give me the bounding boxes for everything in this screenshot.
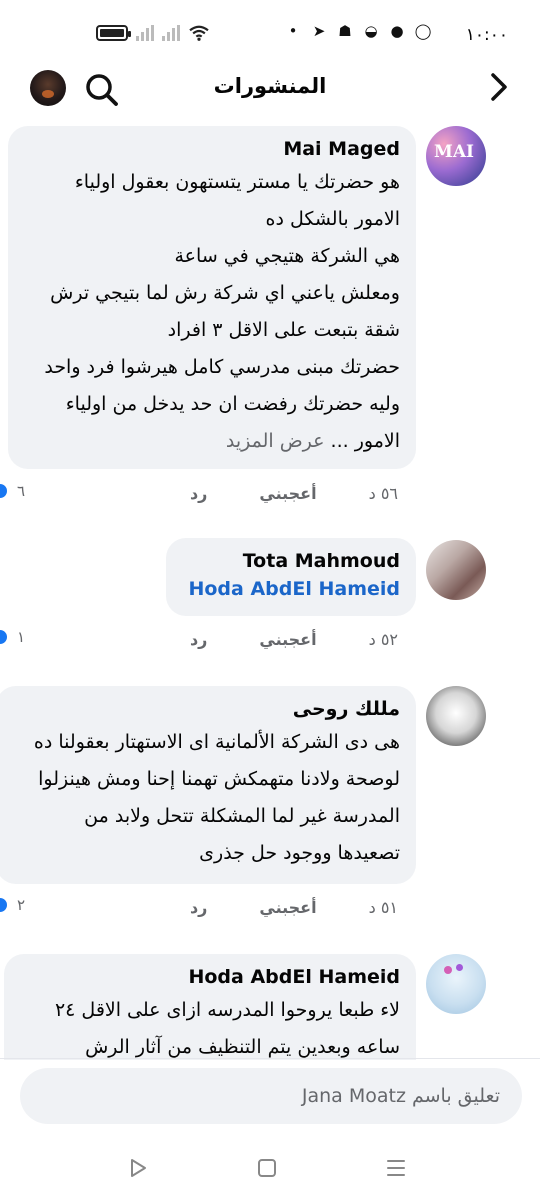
top-bar: المنشورات — [0, 60, 540, 118]
like-button[interactable]: أعجبني — [259, 898, 316, 917]
mention-link[interactable]: Hoda AbdEl Hameid — [182, 574, 400, 604]
like-button[interactable]: أعجبني — [259, 630, 316, 649]
nav-home-button[interactable] — [253, 1154, 281, 1182]
back-triangle-icon — [131, 1159, 146, 1177]
whatsapp-icon: ◯ — [414, 22, 432, 40]
reaction-count[interactable]: ١ — [0, 628, 25, 646]
reaction-count[interactable]: ٦ — [0, 482, 25, 500]
menu-lines-icon — [387, 1160, 405, 1176]
reaction-count[interactable]: ٢ — [0, 896, 25, 914]
comment-time: ٥١ د — [368, 898, 398, 917]
comment-author[interactable]: Mai Maged — [24, 136, 400, 162]
comment-author[interactable]: Tota Mahmoud — [182, 548, 400, 574]
comment-bubble[interactable]: Mai Maged هو حضرتك يا مستر يتستهون بعقول… — [8, 126, 416, 469]
comment-time: ٥٦ د — [368, 484, 398, 503]
comment-time: ٥٢ د — [368, 630, 398, 649]
profile-avatar[interactable] — [30, 70, 66, 106]
telegram-icon: ➤ — [312, 22, 326, 40]
avatar-logo: MAI — [434, 142, 474, 162]
notification-icons: • ➤ ☗ ◒ ● ◯ — [284, 22, 432, 40]
page-title: المنشورات — [213, 74, 327, 98]
comment-author[interactable]: مللك روحى — [12, 696, 400, 722]
comment-bubble[interactable]: Tota Mahmoud Hoda AbdEl Hameid — [166, 538, 416, 616]
dot-icon: • — [288, 22, 298, 40]
composer-divider — [0, 1058, 540, 1059]
like-reaction-icon — [0, 482, 9, 500]
signal-icon — [162, 25, 180, 41]
home-square-icon — [258, 1159, 276, 1177]
system-navbar — [0, 1140, 540, 1200]
signal-icon — [136, 25, 154, 41]
reply-button[interactable]: رد — [190, 484, 207, 503]
avatar[interactable] — [426, 540, 486, 600]
reply-button[interactable]: رد — [190, 630, 207, 649]
wifi-icon — [189, 25, 209, 41]
comment-text: هى دى الشركة الألمانية اى الاستهتار بعقو… — [33, 731, 400, 864]
comment-bubble[interactable]: مللك روحى هى دى الشركة الألمانية اى الاس… — [0, 686, 416, 884]
system-indicators — [96, 24, 210, 42]
avatar[interactable] — [426, 954, 486, 1014]
avatar[interactable] — [426, 686, 486, 746]
like-button[interactable]: أعجبني — [259, 484, 316, 503]
avatar[interactable]: MAI — [426, 126, 486, 186]
battery-icon — [96, 25, 131, 41]
like-reaction-icon — [0, 628, 9, 646]
nav-menu-button[interactable] — [382, 1154, 410, 1182]
nav-back-button[interactable] — [124, 1154, 152, 1182]
comment-text: هو حضرتك يا مستر يتستهون بعقول اولياء ال… — [44, 171, 400, 452]
comment-bubble[interactable]: Hoda AbdEl Hameid لاء طبعا يروحوا المدرس… — [4, 954, 416, 1060]
comment-author[interactable]: Hoda AbdEl Hameid — [20, 964, 400, 990]
like-reaction-icon — [0, 896, 9, 914]
chat-bubble-icon: ● — [390, 22, 404, 40]
snapchat-icon: ☗ — [338, 22, 352, 40]
see-more-link[interactable]: عرض المزيد — [226, 430, 325, 452]
comment-actions: ٥٦ د أعجبني رد — [190, 484, 398, 503]
comments-feed[interactable]: MAI Mai Maged هو حضرتك يا مستر يتستهون ب… — [0, 118, 540, 1060]
clock: ١٠:٠٠ — [465, 25, 508, 45]
comment-actions: ٥٢ د أعجبني رد — [190, 630, 398, 649]
search-icon — [86, 74, 118, 106]
comment-text: لاء طبعا يروحوا المدرسه ازاى على الاقل ٢… — [54, 999, 400, 1058]
comment-placeholder: تعليق باسم Jana Moatz — [301, 1085, 500, 1107]
messenger-icon: ◒ — [364, 22, 378, 40]
reply-button[interactable]: رد — [190, 898, 207, 917]
avatar-flower — [444, 966, 452, 974]
avatar-flower — [456, 964, 463, 971]
comment-input[interactable]: تعليق باسم Jana Moatz — [20, 1068, 522, 1124]
search-button[interactable] — [82, 70, 122, 110]
comment-actions: ٥١ د أعجبني رد — [190, 898, 398, 917]
